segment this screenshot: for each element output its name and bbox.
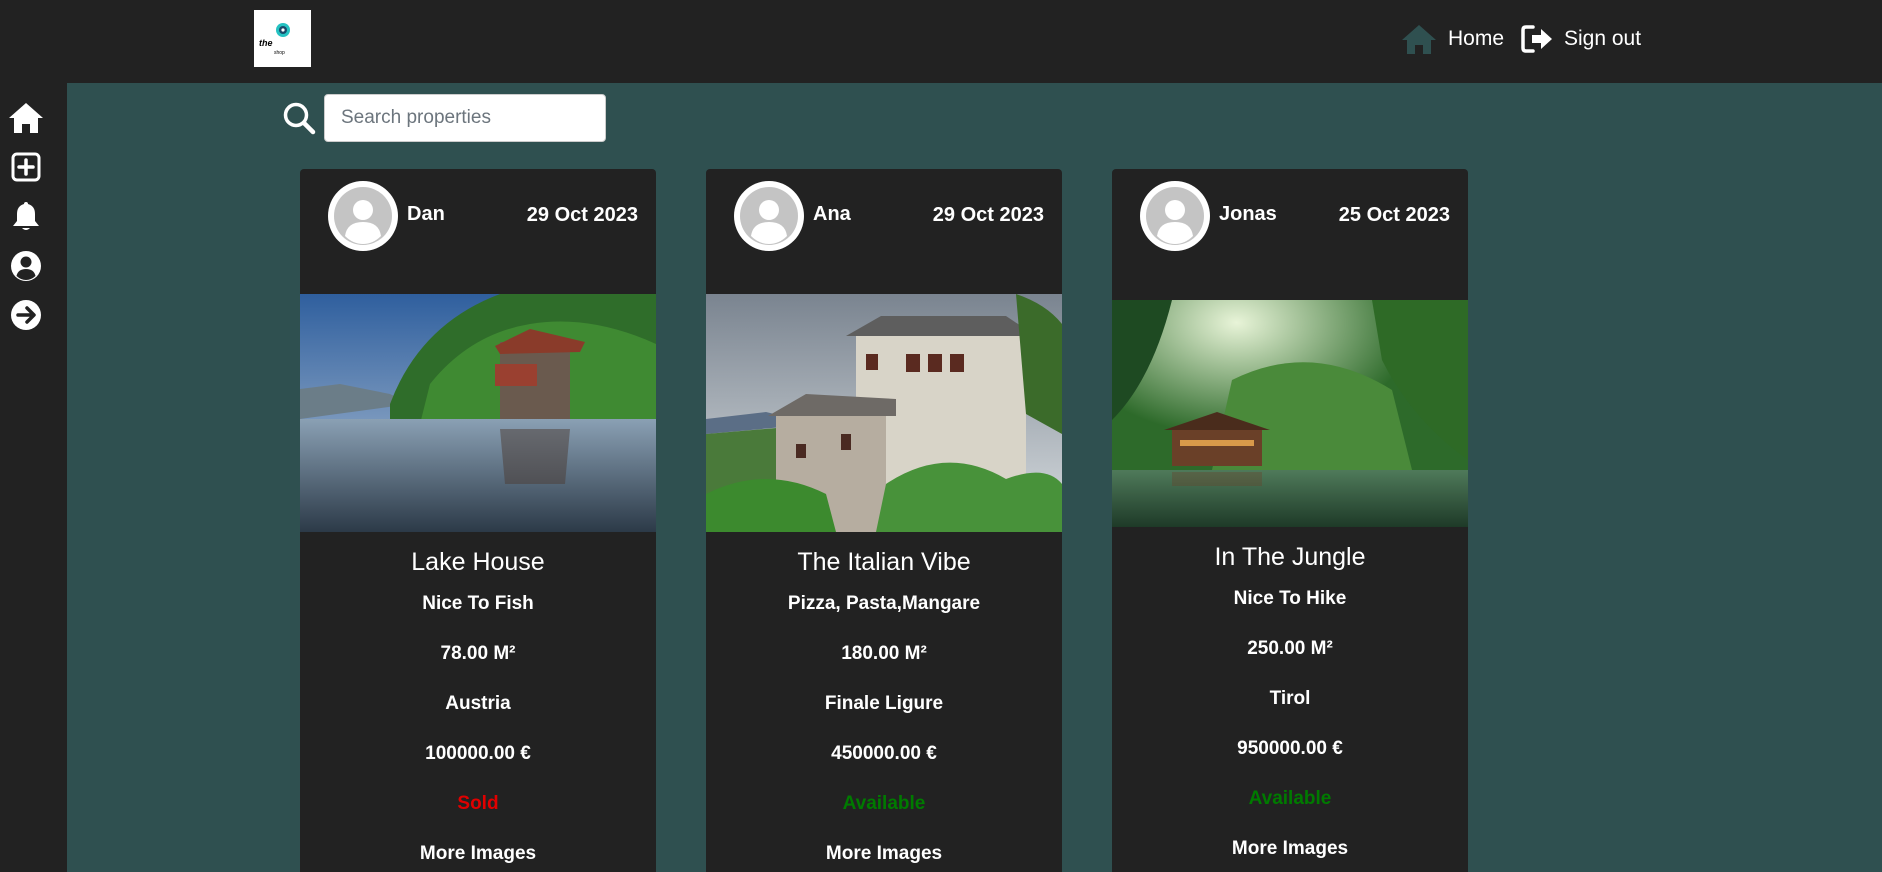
property-location: Tirol xyxy=(1269,688,1311,709)
nav-home-label: Home xyxy=(1448,27,1505,50)
property-details: In The Jungle Nice To Hike 250.00 M² Tir… xyxy=(1112,540,1468,872)
default-avatar-icon xyxy=(334,187,392,245)
logo-text: the xyxy=(259,38,273,48)
property-title: Lake House xyxy=(411,548,545,576)
sidebar-notifications-button[interactable] xyxy=(8,198,44,234)
property-area: 250.00 M² xyxy=(1247,638,1333,659)
add-square-icon xyxy=(11,152,41,182)
author-name: Dan xyxy=(407,203,445,225)
jungle-chalet-photo[interactable] xyxy=(1112,300,1468,527)
shop-logo[interactable]: the shop xyxy=(254,10,311,67)
property-price: 100000.00 € xyxy=(425,743,531,764)
property-location: Finale Ligure xyxy=(824,693,944,714)
author-name: Jonas xyxy=(1219,203,1277,225)
status-badge: Available xyxy=(842,793,926,814)
property-title: In The Jungle xyxy=(1214,543,1366,571)
property-price: 950000.00 € xyxy=(1237,738,1343,759)
jungle-chalet-image xyxy=(1112,300,1468,527)
property-area: 78.00 M² xyxy=(440,643,516,664)
property-description: Nice To Fish xyxy=(422,593,534,614)
property-details: Lake House Nice To Fish 78.00 M² Austria… xyxy=(300,545,656,872)
italian-villa-photo[interactable] xyxy=(706,294,1062,532)
property-price: 450000.00 € xyxy=(831,743,937,764)
nav-sign-out-link[interactable]: Sign out xyxy=(1520,22,1641,56)
home-icon xyxy=(9,103,43,133)
property-area: 180.00 M² xyxy=(841,643,927,664)
property-title: The Italian Vibe xyxy=(797,548,971,576)
logo-subtext: shop xyxy=(274,50,285,56)
sidebar-profile-button[interactable] xyxy=(8,248,44,284)
post-date: 29 Oct 2023 xyxy=(526,204,638,226)
avatar xyxy=(734,181,804,251)
default-avatar-icon xyxy=(1146,187,1204,245)
nav-sign-out-label: Sign out xyxy=(1564,27,1642,50)
search-icon[interactable] xyxy=(282,101,316,135)
status-badge: Sold xyxy=(457,793,499,814)
more-images-link[interactable]: More Images xyxy=(706,839,1062,872)
default-avatar-icon xyxy=(740,187,798,245)
property-description: Pizza, Pasta,Mangare xyxy=(787,593,981,614)
search-bar xyxy=(282,94,606,142)
lake-house-photo[interactable] xyxy=(300,294,656,532)
sign-out-icon xyxy=(1521,25,1552,53)
bell-icon xyxy=(13,202,39,230)
property-description: Nice To Hike xyxy=(1233,588,1347,609)
property-card: Jonas 25 Oct 2023 In The Jungle Nice To … xyxy=(1112,169,1468,872)
sidebar-home-button[interactable] xyxy=(8,100,44,136)
author-name: Ana xyxy=(813,203,851,225)
more-images-link[interactable]: More Images xyxy=(1112,834,1468,872)
italian-villa-image xyxy=(706,294,1062,532)
status-badge: Available xyxy=(1248,788,1332,809)
property-card: Ana 29 Oct 2023 The Italian Vibe Pizza, … xyxy=(706,169,1062,872)
nav-home-link[interactable]: Home xyxy=(1400,22,1504,56)
avatar xyxy=(1140,181,1210,251)
avatar xyxy=(328,181,398,251)
top-navbar: the shop Home Sign out xyxy=(0,0,1882,83)
lake-house-image xyxy=(300,294,656,532)
search-input[interactable] xyxy=(324,94,606,142)
post-date: 29 Oct 2023 xyxy=(932,204,1044,226)
sidebar xyxy=(0,83,67,872)
property-card: Dan 29 Oct 2023 Lake House Nice To Fish … xyxy=(300,169,656,872)
sidebar-next-button[interactable] xyxy=(8,297,44,333)
more-images-link[interactable]: More Images xyxy=(300,839,656,872)
house-icon xyxy=(1402,25,1436,54)
user-circle-icon xyxy=(11,251,41,281)
property-location: Austria xyxy=(445,693,511,714)
sidebar-add-property-button[interactable] xyxy=(8,149,44,185)
post-date: 25 Oct 2023 xyxy=(1338,204,1450,226)
arrow-right-circle-icon xyxy=(11,300,41,330)
property-details: The Italian Vibe Pizza, Pasta,Mangare 18… xyxy=(706,545,1062,872)
